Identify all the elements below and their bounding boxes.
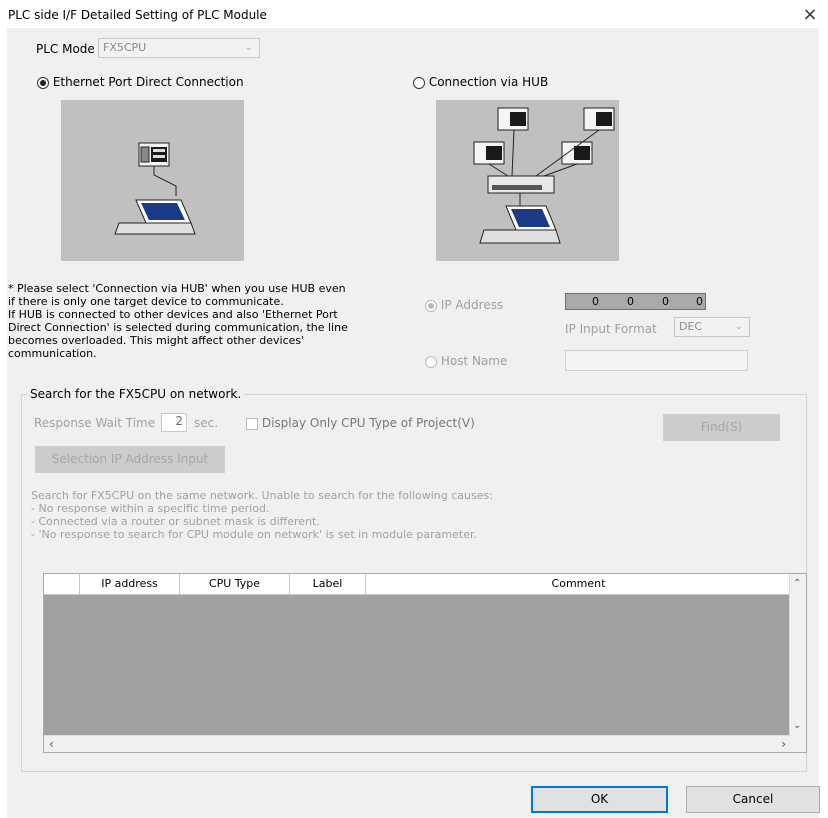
table-header-corner [44, 574, 80, 594]
plc-icon [583, 107, 615, 131]
note-line: if there is only one target device to co… [8, 295, 284, 308]
scroll-right-icon[interactable]: › [781, 737, 786, 751]
ip-input-format-value: DEC [679, 320, 703, 333]
ip-octet-1: 0 [592, 295, 599, 308]
plc-icon [473, 141, 505, 165]
host-name-input[interactable] [565, 350, 748, 371]
ip-input-format-select[interactable]: DEC ⌄ [674, 317, 750, 337]
scroll-left-icon[interactable]: ‹ [49, 737, 54, 751]
radio-direct-label: Ethernet Port Direct Connection [52, 75, 244, 89]
radio-hub-label: Connection via HUB [428, 75, 549, 89]
scroll-down-icon[interactable]: ⌄ [793, 720, 801, 731]
laptop-icon [114, 199, 196, 235]
note-line: becomes overloaded. This might affect ot… [8, 334, 305, 347]
scrollbar-corner [790, 736, 806, 752]
search-info-line: - 'No response to search for CPU module … [31, 528, 477, 541]
plc-mode-select[interactable]: FX5CPU ⌄ [98, 38, 260, 58]
column-header-comment[interactable]: Comment [366, 574, 791, 594]
hub-icon [487, 175, 555, 194]
radio-hub-connection[interactable]: Connection via HUB [413, 75, 548, 89]
radio-direct-indicator[interactable] [37, 76, 49, 89]
column-header-cpu-type[interactable]: CPU Type [180, 574, 290, 594]
search-info-text: Search for FX5CPU on the same network. U… [31, 489, 591, 541]
hub-usage-note: * Please select 'Connection via HUB' whe… [8, 282, 408, 360]
search-group-title: Search for the FX5CPU on network. [27, 387, 245, 401]
chevron-down-icon: ⌄ [244, 42, 253, 53]
laptop-icon [479, 205, 561, 244]
find-button[interactable]: Find(S) [663, 414, 780, 441]
chevron-down-icon: ⌄ [734, 321, 743, 332]
response-wait-label: Response Wait Time [34, 416, 156, 430]
note-line: communication. [8, 347, 97, 360]
window-title: PLC side I/F Detailed Setting of PLC Mod… [8, 8, 267, 22]
plc-mode-label: PLC Mode [36, 42, 95, 56]
display-only-checkbox-box[interactable] [246, 417, 258, 430]
plc-icon [497, 107, 529, 131]
cancel-button[interactable]: Cancel [686, 786, 820, 813]
direct-connection-diagram [61, 100, 244, 261]
horizontal-scrollbar[interactable]: ‹ › [44, 735, 791, 752]
display-only-cpu-checkbox[interactable]: Display Only CPU Type of Project(V) [246, 416, 475, 430]
note-line: Direct Connection' is selected during co… [8, 321, 348, 334]
search-info-line: Search for FX5CPU on the same network. U… [31, 489, 493, 502]
table-header: IP address CPU Type Label Comment [44, 574, 791, 595]
radio-host-indicator[interactable] [425, 355, 437, 368]
ip-octet-3: 0 [662, 295, 669, 308]
close-icon[interactable]: × [802, 4, 818, 25]
search-results-table[interactable]: IP address CPU Type Label Comment ⌃ ⌄ ‹ … [43, 573, 807, 753]
response-wait-input[interactable]: 2 [161, 413, 187, 432]
ip-address-label: IP Address [440, 298, 504, 312]
search-info-line: - No response within a specific time per… [31, 502, 270, 515]
display-only-label: Display Only CPU Type of Project(V) [261, 416, 475, 430]
ip-input-format-label: IP Input Format [565, 322, 657, 336]
radio-hub-indicator[interactable] [413, 76, 425, 89]
radio-host-name[interactable]: Host Name [425, 354, 507, 368]
ip-octet-4: 0 [696, 295, 703, 308]
plc-icon [138, 142, 170, 167]
response-wait-unit: sec. [194, 416, 219, 430]
column-header-ip-address[interactable]: IP address [80, 574, 180, 594]
vertical-scrollbar[interactable]: ⌃ ⌄ [789, 574, 806, 736]
note-line: * Please select 'Connection via HUB' whe… [8, 282, 346, 295]
ok-button[interactable]: OK [531, 786, 668, 813]
radio-ip-address[interactable]: IP Address [425, 298, 503, 312]
column-header-label[interactable]: Label [290, 574, 366, 594]
plc-mode-value: FX5CPU [103, 41, 147, 54]
radio-ip-indicator[interactable] [425, 299, 437, 312]
radio-direct-connection[interactable]: Ethernet Port Direct Connection [37, 75, 244, 89]
hub-connection-diagram [436, 100, 619, 261]
note-line: If HUB is connected to other devices and… [8, 308, 338, 321]
host-name-label: Host Name [440, 354, 508, 368]
selection-ip-address-button[interactable]: Selection IP Address Input [35, 446, 225, 473]
search-info-line: - Connected via a router or subnet mask … [31, 515, 320, 528]
ip-octet-2: 0 [627, 295, 634, 308]
plc-icon [561, 141, 593, 165]
scroll-up-icon[interactable]: ⌃ [793, 578, 801, 589]
ip-address-field[interactable]: 0 0 0 0 [565, 293, 706, 310]
